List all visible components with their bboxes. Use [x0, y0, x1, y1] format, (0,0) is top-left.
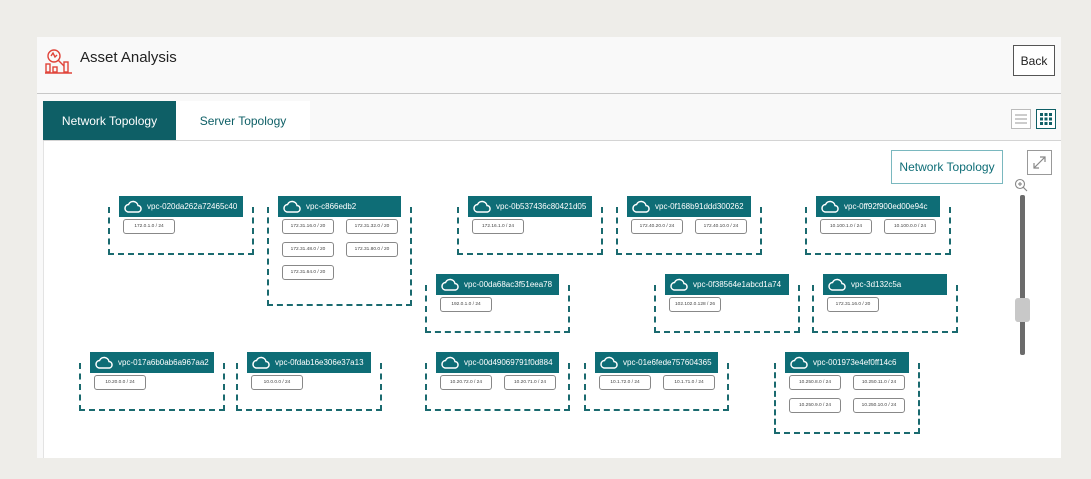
vpc-node[interactable]: vpc-0ff92f900ed00e94c 10.100.1.0 / 24 10… — [805, 196, 951, 255]
vpc-node[interactable]: vpc-00d49069791f0d884 10.20.72.0 / 24 10… — [425, 352, 570, 411]
vpc-id: vpc-0f38564e1abcd1a74 — [693, 280, 782, 289]
tab-server-topology[interactable]: Server Topology — [176, 101, 310, 140]
vpc-node[interactable]: vpc-3d132c5a 172.31.16.0 / 20 — [812, 274, 958, 333]
tab-network-topology[interactable]: Network Topology — [43, 101, 176, 140]
vpc-node[interactable]: vpc-017a6b0ab6a967aa2 10.20.0.0 / 24 — [79, 352, 225, 411]
vpc-id: vpc-00da68ac3f51eea78 — [464, 280, 553, 289]
vpc-id: vpc-00d49069791f0d884 — [464, 358, 553, 367]
vpc-node[interactable]: vpc-0f38564e1abcd1a74 102.102.0.128 / 26 — [654, 274, 800, 333]
cloud-icon — [440, 278, 464, 291]
vpc-node[interactable]: vpc-c866edb2 172.31.16.0 / 20 172.31.32.… — [267, 196, 412, 306]
vpc-id: vpc-0b537436c80421d05 — [496, 202, 587, 211]
grid-view-button[interactable] — [1036, 109, 1056, 129]
asset-analysis-icon — [45, 49, 72, 74]
subnet-chip[interactable]: 172.31.80.0 / 20 — [346, 242, 398, 257]
vpc-header[interactable]: vpc-0fdab16e306e37a13 — [247, 352, 371, 373]
vpc-id: vpc-3d132c5a — [851, 280, 902, 289]
cloud-icon — [631, 200, 655, 213]
zoom-slider-thumb[interactable] — [1015, 298, 1030, 322]
back-button[interactable]: Back — [1013, 45, 1055, 76]
subnet-chip[interactable]: 10.250.9.0 / 24 — [789, 398, 841, 413]
subnet-chip[interactable]: 10.1.71.0 / 24 — [663, 375, 715, 390]
grid-view-icon — [1040, 113, 1052, 125]
vpc-id: vpc-01e6fede757604365 — [623, 358, 712, 367]
network-topology-button[interactable]: Network Topology — [891, 150, 1003, 184]
subnet-chip[interactable]: 10.250.11.0 / 24 — [853, 375, 905, 390]
vpc-id: vpc-001973e4ef0ff14c6 — [813, 358, 897, 367]
list-view-icon — [1015, 114, 1027, 124]
vpc-header[interactable]: vpc-0f168b91ddd300262 — [627, 196, 751, 217]
list-view-button[interactable] — [1011, 109, 1031, 129]
vpc-id: vpc-017a6b0ab6a967aa2 — [118, 358, 209, 367]
subnet-chip[interactable]: 172.31.16.0 / 20 — [282, 219, 334, 234]
vpc-subnet-group: 172.31.16.0 / 20 172.31.32.0 / 20 172.31… — [267, 207, 412, 306]
subnet-chip[interactable]: 172.31.64.0 / 20 — [282, 265, 334, 280]
subnet-chip[interactable]: 10.20.72.0 / 24 — [440, 375, 492, 390]
cloud-icon — [123, 200, 147, 213]
subnet-chip[interactable]: 10.250.10.0 / 24 — [853, 398, 905, 413]
zoom-in-icon[interactable] — [1014, 178, 1028, 192]
subnet-chip[interactable]: 10.100.0.0 / 24 — [884, 219, 936, 234]
subnet-chip[interactable]: 10.100.1.0 / 24 — [820, 219, 872, 234]
cloud-icon — [440, 356, 464, 369]
vpc-header[interactable]: vpc-001973e4ef0ff14c6 — [785, 352, 909, 373]
asset-analysis-panel: Asset Analysis Back Network Topology Ser… — [37, 37, 1061, 458]
vpc-node[interactable]: vpc-0b537436c80421d05 172.16.1.0 / 24 — [457, 196, 603, 255]
cloud-icon — [94, 356, 118, 369]
subnet-chip[interactable]: 102.102.0.128 / 26 — [669, 297, 721, 312]
page-title: Asset Analysis — [80, 49, 177, 66]
vpc-header[interactable]: vpc-0ff92f900ed00e94c — [816, 196, 940, 217]
vpc-header[interactable]: vpc-0f38564e1abcd1a74 — [665, 274, 789, 295]
vpc-node[interactable]: vpc-020da262a72465c40 172.0.1.0 / 24 — [108, 196, 254, 255]
cloud-icon — [789, 356, 813, 369]
cloud-icon — [472, 200, 496, 213]
vpc-id: vpc-0fdab16e306e37a13 — [275, 358, 364, 367]
cloud-icon — [282, 200, 306, 213]
cloud-icon — [827, 278, 851, 291]
vpc-subnet-group: 10.250.8.0 / 24 10.250.11.0 / 24 10.250.… — [774, 363, 920, 434]
subnet-chip[interactable]: 10.250.8.0 / 24 — [789, 375, 841, 390]
subnet-chip[interactable]: 172.40.20.0 / 24 — [631, 219, 683, 234]
header-divider — [37, 93, 1061, 94]
vpc-id: vpc-020da262a72465c40 — [147, 202, 238, 211]
subnet-chip[interactable]: 172.40.10.0 / 24 — [695, 219, 747, 234]
vpc-header[interactable]: vpc-0b537436c80421d05 — [468, 196, 592, 217]
subnet-chip[interactable]: 192.0.1.0 / 24 — [440, 297, 492, 312]
vpc-node[interactable]: vpc-001973e4ef0ff14c6 10.250.8.0 / 24 10… — [774, 352, 920, 434]
vpc-header[interactable]: vpc-01e6fede757604365 — [595, 352, 718, 373]
cloud-icon — [251, 356, 275, 369]
vpc-header[interactable]: vpc-020da262a72465c40 — [119, 196, 243, 217]
vpc-node[interactable]: vpc-00da68ac3f51eea78 192.0.1.0 / 24 — [425, 274, 570, 333]
zoom-slider-track[interactable] — [1020, 195, 1025, 355]
subnet-chip[interactable]: 10.0.0.0 / 24 — [251, 375, 303, 390]
vpc-id: vpc-0ff92f900ed00e94c — [844, 202, 928, 211]
cloud-icon — [599, 356, 623, 369]
vpc-header[interactable]: vpc-c866edb2 — [278, 196, 401, 217]
vpc-id: vpc-c866edb2 — [306, 202, 357, 211]
vpc-header[interactable]: vpc-00d49069791f0d884 — [436, 352, 559, 373]
subnet-chip[interactable]: 172.31.16.0 / 20 — [827, 297, 879, 312]
subnet-chip[interactable]: 172.0.1.0 / 24 — [123, 219, 175, 234]
subnet-chip[interactable]: 172.16.1.0 / 24 — [472, 219, 524, 234]
subnet-chip[interactable]: 10.20.0.0 / 24 — [94, 375, 146, 390]
expand-icon — [1033, 156, 1046, 169]
subnet-chip[interactable]: 172.31.48.0 / 20 — [282, 242, 334, 257]
expand-button[interactable] — [1027, 150, 1052, 175]
subnet-chip[interactable]: 172.31.32.0 / 20 — [346, 219, 398, 234]
vpc-node[interactable]: vpc-01e6fede757604365 10.1.72.0 / 24 10.… — [584, 352, 729, 411]
vpc-node[interactable]: vpc-0f168b91ddd300262 172.40.20.0 / 24 1… — [616, 196, 762, 255]
vpc-header[interactable]: vpc-3d132c5a — [823, 274, 947, 295]
vpc-header[interactable]: vpc-017a6b0ab6a967aa2 — [90, 352, 214, 373]
subnet-chip[interactable]: 10.20.71.0 / 24 — [504, 375, 556, 390]
vpc-header[interactable]: vpc-00da68ac3f51eea78 — [436, 274, 559, 295]
topology-canvas[interactable]: Network Topology vpc-020da262a72465c40 1… — [43, 141, 1061, 458]
subnet-chip[interactable]: 10.1.72.0 / 24 — [599, 375, 651, 390]
vpc-id: vpc-0f168b91ddd300262 — [655, 202, 744, 211]
cloud-icon — [669, 278, 693, 291]
vpc-node[interactable]: vpc-0fdab16e306e37a13 10.0.0.0 / 24 — [236, 352, 382, 411]
cloud-icon — [820, 200, 844, 213]
